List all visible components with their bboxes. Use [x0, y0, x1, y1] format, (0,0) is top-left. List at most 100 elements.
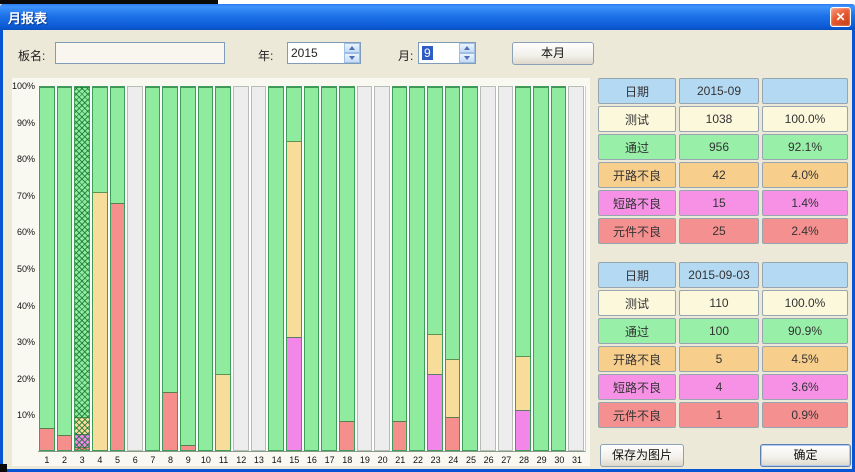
bar-day-11[interactable] [215, 86, 231, 451]
bar-day-10[interactable] [198, 86, 214, 451]
year-label: 年: [258, 47, 273, 64]
segment-pass [58, 87, 72, 435]
cell-date-value: 2015-09 [679, 78, 759, 104]
x-tick-label: 28 [515, 455, 533, 467]
y-tick-label: 40% [11, 301, 35, 311]
x-tick-label: 18 [338, 455, 356, 467]
day-slot [514, 86, 532, 451]
cell-open-label: 开路不良 [598, 346, 676, 372]
day-summary-table: 日期2015-09-03测试110100.0%通过10090.9%开路不良54.… [598, 262, 850, 430]
month-value[interactable]: 9 [419, 43, 459, 63]
bar-day-5[interactable] [110, 86, 126, 451]
bar-day-31[interactable] [568, 86, 584, 451]
day-slot [250, 86, 268, 451]
day-slot [179, 86, 197, 451]
day-slot [144, 86, 162, 451]
bar-day-23[interactable] [427, 86, 443, 451]
day-slot [303, 86, 321, 451]
day-slot [373, 86, 391, 451]
segment-pass [181, 87, 195, 445]
x-tick-label: 4 [91, 455, 109, 467]
x-tick-label: 29 [533, 455, 551, 467]
this-month-button[interactable]: 本月 [512, 42, 594, 65]
segment-pass [146, 87, 160, 450]
bar-day-25[interactable] [462, 86, 478, 451]
ok-button[interactable]: 确定 [760, 444, 851, 467]
year-spin-up-button[interactable] [344, 43, 360, 53]
cell-date-percent [762, 262, 848, 288]
bar-day-12[interactable] [233, 86, 249, 451]
bar-day-19[interactable] [357, 86, 373, 451]
table-row-date: 日期2015-09-03 [598, 262, 850, 288]
bar-day-15[interactable] [286, 86, 302, 451]
day-slot [214, 86, 232, 451]
cell-open-percent: 4.0% [762, 162, 848, 188]
table-row-open: 开路不良424.0% [598, 162, 850, 188]
day-slot [285, 86, 303, 451]
bar-day-16[interactable] [304, 86, 320, 451]
cell-short-value: 4 [679, 374, 759, 400]
bar-day-2[interactable] [57, 86, 73, 451]
cell-short-percent: 3.6% [762, 374, 848, 400]
segment-pass [516, 87, 530, 356]
segment-open [428, 334, 442, 374]
table-row-component: 元件不良252.4% [598, 218, 850, 244]
bar-day-6[interactable] [127, 86, 143, 451]
bar-day-9[interactable] [180, 86, 196, 451]
x-tick-label: 1 [38, 455, 56, 467]
bar-day-3[interactable] [74, 86, 90, 451]
day-slot [73, 86, 91, 451]
year-spinner[interactable]: 2015 [287, 42, 361, 64]
bar-day-26[interactable] [480, 86, 496, 451]
year-value[interactable]: 2015 [288, 43, 344, 63]
segment-pass [463, 87, 477, 450]
day-slot [356, 86, 374, 451]
bar-day-27[interactable] [498, 86, 514, 451]
bar-day-14[interactable] [268, 86, 284, 451]
cell-component-percent: 2.4% [762, 218, 848, 244]
bar-day-8[interactable] [162, 86, 178, 451]
bar-day-21[interactable] [392, 86, 408, 451]
bar-day-7[interactable] [145, 86, 161, 451]
segment-pass [393, 87, 407, 421]
bar-day-4[interactable] [92, 86, 108, 451]
table-row-date: 日期2015-09 [598, 78, 850, 104]
day-slot [267, 86, 285, 451]
segment-component [181, 445, 195, 450]
month-spin-down-button[interactable] [459, 53, 475, 63]
segment-pass [163, 87, 177, 392]
segment-pass [534, 87, 548, 450]
bar-day-1[interactable] [39, 86, 55, 451]
bar-day-20[interactable] [374, 86, 390, 451]
bar-day-22[interactable] [409, 86, 425, 451]
cell-component-value: 25 [679, 218, 759, 244]
y-tick-label: 30% [11, 337, 35, 347]
x-tick-label: 15 [285, 455, 303, 467]
save-image-button[interactable]: 保存为图片 [600, 444, 684, 467]
chevron-down-icon [464, 56, 470, 60]
window-border-left [0, 30, 3, 472]
bar-day-13[interactable] [251, 86, 267, 451]
month-label: 月: [398, 47, 413, 64]
bar-day-28[interactable] [515, 86, 531, 451]
bar-day-30[interactable] [551, 86, 567, 451]
close-button[interactable]: ✕ [830, 7, 851, 27]
x-tick-label: 27 [497, 455, 515, 467]
bar-day-17[interactable] [321, 86, 337, 451]
segment-pass [269, 87, 283, 450]
board-name-input[interactable] [55, 42, 225, 64]
x-tick-label: 5 [109, 455, 127, 467]
bar-day-29[interactable] [533, 86, 549, 451]
segment-pass [410, 87, 424, 450]
cell-short-value: 15 [679, 190, 759, 216]
month-spin-up-button[interactable] [459, 43, 475, 53]
cell-short-percent: 1.4% [762, 190, 848, 216]
month-spinner[interactable]: 9 [418, 42, 476, 64]
bar-day-24[interactable] [445, 86, 461, 451]
cell-component-percent: 0.9% [762, 402, 848, 428]
y-tick-label: 50% [11, 264, 35, 274]
year-spin-down-button[interactable] [344, 53, 360, 63]
y-tick-label: 80% [11, 154, 35, 164]
x-tick-label: 11 [215, 455, 233, 467]
bar-day-18[interactable] [339, 86, 355, 451]
